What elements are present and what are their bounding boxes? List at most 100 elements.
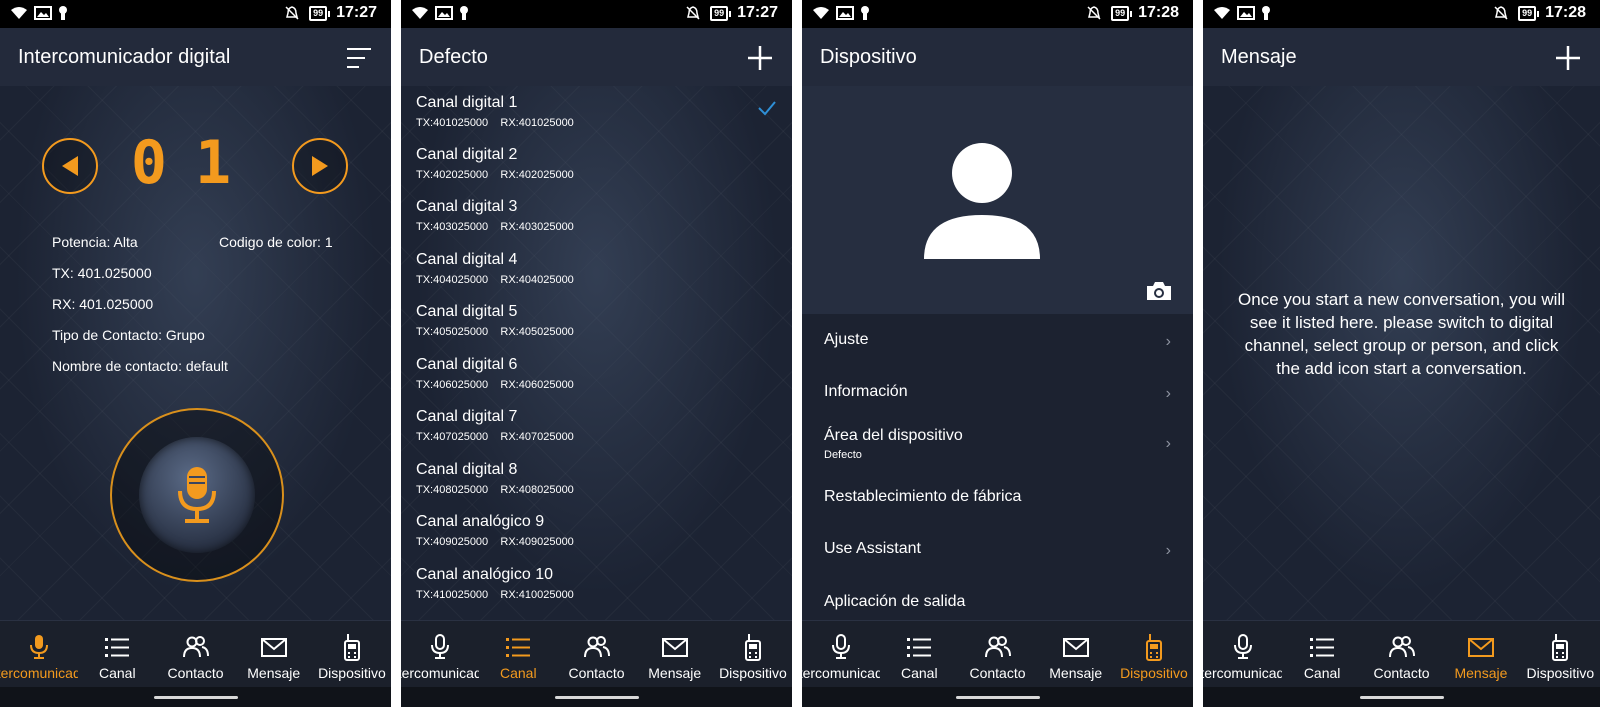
contacts-icon xyxy=(583,636,610,658)
contacts-icon xyxy=(984,636,1011,658)
tab-intercom[interactable]: Intercomunicador xyxy=(802,621,880,687)
radio-device-icon xyxy=(1145,634,1162,661)
channel-name: Canal digital 3 xyxy=(416,198,518,215)
radio-device-icon xyxy=(1552,634,1569,661)
mute-icon xyxy=(1087,6,1101,20)
tab-device[interactable]: Dispositivo xyxy=(1115,621,1193,687)
channel-item[interactable]: Canal digital 2 TX:402025000 RX:40202500… xyxy=(416,146,777,198)
menu-item-information[interactable]: Información › xyxy=(824,383,1171,402)
channel-frequencies: TX:408025000 RX:408025000 xyxy=(416,484,574,496)
menu-icon[interactable] xyxy=(345,44,373,72)
channel-frequencies: TX:410025000 RX:410025000 xyxy=(416,589,574,601)
menu-item-factory-reset[interactable]: Restablecimiento de fábrica xyxy=(824,488,1171,506)
tab-channel[interactable]: Canal xyxy=(1282,621,1361,687)
tab-device[interactable]: Dispositivo xyxy=(1521,621,1600,687)
page-title: Intercomunicador digital xyxy=(18,45,231,68)
tab-device[interactable]: Dispositivo xyxy=(313,621,391,687)
page-title: Mensaje xyxy=(1221,45,1297,68)
mute-icon xyxy=(285,6,299,20)
gallery-icon xyxy=(1237,6,1255,20)
bottom-tab-bar: Intercomunicador Canal Contacto Mensaje … xyxy=(802,620,1193,687)
tab-label: Canal xyxy=(1303,665,1341,681)
menu-item-device-area[interactable]: Área del dispositivo Defecto › xyxy=(824,427,1171,461)
power-info: Potencia: Alta xyxy=(52,234,138,250)
bottom-tab-bar: Intercomunicador Canal Contacto Mensaje … xyxy=(1203,620,1600,687)
next-channel-button[interactable] xyxy=(292,138,348,194)
home-indicator[interactable] xyxy=(153,696,238,699)
tab-intercom[interactable]: Intercomunicador xyxy=(401,621,479,687)
channel-item[interactable]: Canal analógico 9 TX:409025000 RX:409025… xyxy=(416,513,777,565)
tab-contact[interactable]: Contacto xyxy=(156,621,234,687)
tab-channel[interactable]: Canal xyxy=(880,621,958,687)
contacts-icon xyxy=(182,636,209,658)
menu-item-settings[interactable]: Ajuste › xyxy=(824,331,1171,350)
channel-name: Canal digital 1 xyxy=(416,94,518,111)
microphone-icon xyxy=(178,467,216,523)
app-bar: Mensaje xyxy=(1203,28,1600,86)
status-bar: 99 17:28 xyxy=(1203,0,1600,28)
tab-channel[interactable]: Canal xyxy=(479,621,557,687)
device-menu: Ajuste › Información › Área del disposit… xyxy=(802,314,1193,621)
gallery-icon xyxy=(435,6,453,20)
previous-channel-button[interactable] xyxy=(42,138,98,194)
channel-frequencies: TX:403025000 RX:403025000 xyxy=(416,221,574,233)
home-indicator[interactable] xyxy=(1359,696,1444,699)
menu-item-sublabel: Defecto xyxy=(824,449,862,461)
home-indicator[interactable] xyxy=(955,696,1040,699)
intercom-screen: 99 17:27 Intercomunicador digital 01 Pot… xyxy=(0,0,391,707)
tab-message[interactable]: Mensaje xyxy=(235,621,313,687)
menu-item-exit-app[interactable]: Aplicación de salida xyxy=(824,593,1171,611)
color-code-info: Codigo de color: 1 xyxy=(219,234,333,250)
channel-item[interactable]: Canal digital 7 TX:407025000 RX:40702500… xyxy=(416,408,777,460)
channel-name: Canal analógico 9 xyxy=(416,513,545,530)
add-icon[interactable] xyxy=(1554,44,1582,72)
channel-number-display: 01 xyxy=(130,128,260,198)
channel-item[interactable]: Canal analógico 10 TX:410025000 RX:41002… xyxy=(416,566,777,618)
channel-item[interactable]: Canal digital 6 TX:406025000 RX:40602500… xyxy=(416,356,777,408)
tab-message[interactable]: Mensaje xyxy=(1037,621,1115,687)
profile-header xyxy=(802,86,1193,314)
chevron-right-icon: › xyxy=(1165,333,1171,350)
tab-intercom[interactable]: Intercomunicador xyxy=(1203,621,1282,687)
avatar[interactable] xyxy=(922,141,1042,259)
tab-message[interactable]: Mensaje xyxy=(636,621,714,687)
channel-item[interactable]: Canal digital 8 TX:408025000 RX:40802500… xyxy=(416,461,777,513)
microphone-icon xyxy=(30,635,49,659)
push-to-talk-button[interactable] xyxy=(139,437,255,553)
add-icon[interactable] xyxy=(746,44,774,72)
channel-item[interactable]: Canal digital 3 TX:403025000 RX:40302500… xyxy=(416,198,777,250)
app-bar: Defecto xyxy=(401,28,792,86)
gallery-icon xyxy=(836,6,854,20)
camera-icon[interactable] xyxy=(1145,280,1173,302)
menu-item-label: Aplicación de salida xyxy=(824,593,966,610)
channel-name: Canal analógico 10 xyxy=(416,566,553,583)
channel-item[interactable]: Canal digital 4 TX:404025000 RX:40402500… xyxy=(416,251,777,303)
tab-label: Mensaje xyxy=(1049,665,1103,681)
tab-intercom[interactable]: Intercomunicador xyxy=(0,621,78,687)
channel-item[interactable]: Canal digital 1 TX:401025000 RX:40102500… xyxy=(416,94,777,146)
menu-item-use-assistant[interactable]: Use Assistant › xyxy=(824,540,1171,559)
menu-item-label: Área del dispositivo xyxy=(824,427,963,444)
tab-contact[interactable]: Contacto xyxy=(958,621,1036,687)
tab-channel[interactable]: Canal xyxy=(78,621,156,687)
tab-contact[interactable]: Contacto xyxy=(1362,621,1441,687)
channel-frequencies: TX:409025000 RX:409025000 xyxy=(416,536,574,548)
system-nav-bar xyxy=(802,687,1193,707)
tab-label: Dispositivo xyxy=(1120,665,1188,681)
tab-label: Intercomunicador xyxy=(1203,665,1283,681)
wifi-icon xyxy=(11,7,27,19)
rx-info: RX: 401.025000 xyxy=(52,296,154,312)
tab-label: Contacto xyxy=(969,665,1026,681)
tab-contact[interactable]: Contacto xyxy=(557,621,635,687)
message-screen: 99 17:28 Mensaje Once you start a new co… xyxy=(1203,0,1600,707)
home-indicator[interactable] xyxy=(554,696,639,699)
tab-message[interactable]: Mensaje xyxy=(1441,621,1520,687)
microphone-icon xyxy=(431,634,450,659)
tab-device[interactable]: Dispositivo xyxy=(714,621,792,687)
list-icon xyxy=(105,638,130,657)
channel-list: Canal digital 1 TX:401025000 RX:40102500… xyxy=(401,86,792,621)
tab-label: Intercomunicador xyxy=(401,665,480,681)
status-bar: 99 17:28 xyxy=(802,0,1193,28)
channel-item[interactable]: Canal digital 5 TX:405025000 RX:40502500… xyxy=(416,303,777,355)
channel-name: Canal digital 5 xyxy=(416,303,518,320)
